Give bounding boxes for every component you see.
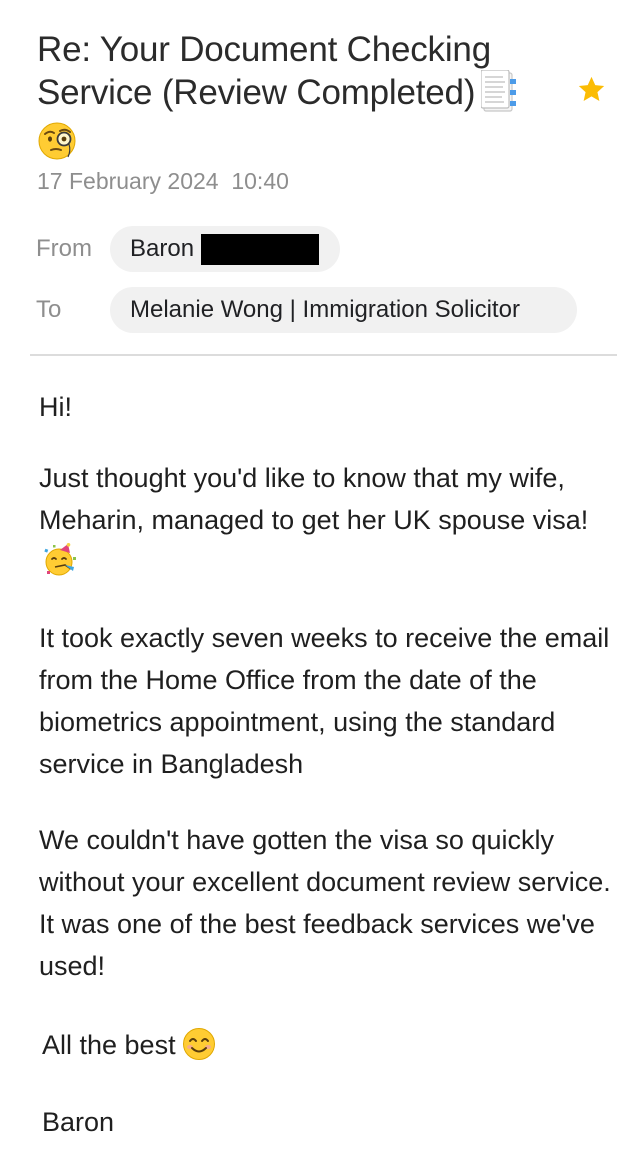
redaction-bar [201, 233, 320, 265]
partying-face-icon [44, 542, 76, 576]
header-divider [30, 354, 617, 356]
subject-text: Re: Your Document Checking Service (Revi… [37, 30, 491, 112]
body-paragraph-1-text: Just thought you'd like to know that my … [39, 463, 589, 535]
bookmark-tabs-icon [481, 69, 517, 112]
recipient-chip[interactable]: Melanie Wong | Immigration Solicitor [110, 287, 577, 333]
body-paragraph-2: It took exactly seven weeks to receive t… [39, 623, 610, 779]
email-date: 17 February 2024 10:40 [37, 168, 289, 194]
email-subject: Re: Your Document Checking Service (Revi… [37, 28, 567, 161]
body-paragraph-3: We couldn't have gotten the visa so quic… [39, 825, 611, 981]
smiling-face-icon [182, 1027, 215, 1060]
face-with-monocle-icon [38, 122, 76, 159]
body-paragraph-1: Just thought you'd like to know that my … [39, 457, 619, 583]
signoff-text: All the best [42, 1030, 176, 1060]
greeting: Hi! [39, 392, 72, 422]
star-icon[interactable] [576, 74, 607, 105]
signature: Baron [42, 1107, 115, 1137]
signoff: All the best [42, 1024, 622, 1066]
recipient-name: Melanie Wong | Immigration Solicitor [130, 296, 520, 323]
to-label: To [36, 296, 62, 323]
sender-chip[interactable]: Baron [110, 226, 340, 272]
from-label: From [36, 235, 92, 262]
sender-name: Baron [130, 235, 195, 262]
